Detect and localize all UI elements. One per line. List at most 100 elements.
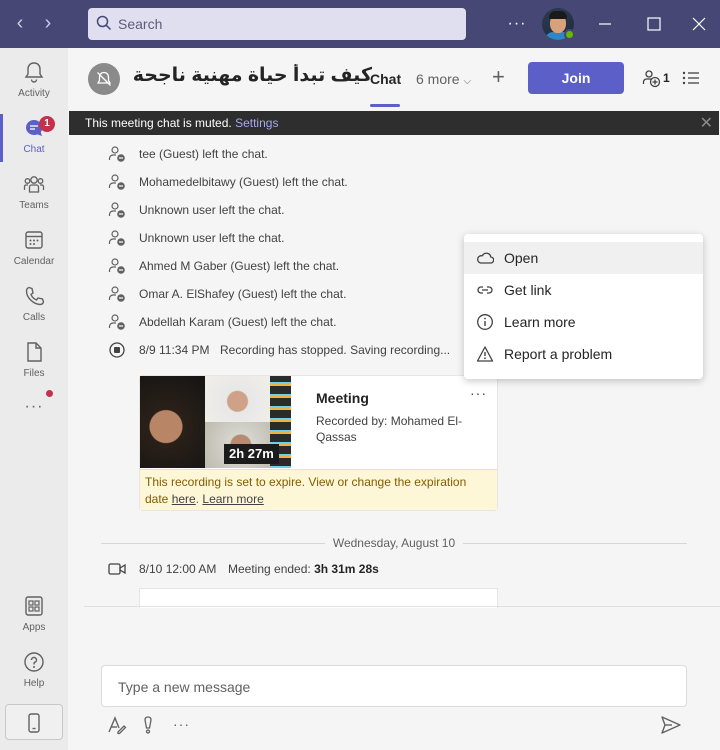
search-input[interactable]: Search <box>88 8 466 40</box>
title-bar: ‹ › Search ··· <box>0 0 720 48</box>
rail-item-activity[interactable]: Activity <box>0 54 68 110</box>
important-icon[interactable] <box>140 714 156 736</box>
person-left-icon <box>108 202 125 218</box>
rail-label-help: Help <box>23 678 45 689</box>
close-icon[interactable]: ✕ <box>700 113 713 133</box>
record-stop-icon <box>109 342 125 358</box>
avatar-hair <box>549 11 567 19</box>
date-divider: Wednesday, August 10 <box>101 536 687 550</box>
rail-label-calendar: Calendar <box>13 256 55 267</box>
phone-icon <box>25 286 45 306</box>
rail-item-calendar[interactable]: Calendar <box>0 222 68 278</box>
expiration-notice: This recording is set to expire. View or… <box>140 469 497 510</box>
menu-item-get-link[interactable]: Get link <box>464 274 703 306</box>
rail-item-calls[interactable]: Calls <box>0 278 68 334</box>
menu-item-label: Get link <box>504 282 552 298</box>
rail-label-teams: Teams <box>19 200 49 211</box>
tab-chat[interactable]: Chat <box>370 71 401 87</box>
file-icon <box>27 342 42 362</box>
notification-dot <box>46 390 53 397</box>
forward-arrow-icon[interactable]: › <box>36 12 60 36</box>
page-title: كيف تبدأ حياة مهنية ناجحة... <box>132 65 372 86</box>
participant-count: 1 <box>663 71 670 85</box>
send-icon[interactable] <box>660 714 682 736</box>
minimize-icon[interactable] <box>598 17 612 31</box>
system-message: Mohamedelbitawy (Guest) left the chat. <box>139 175 348 189</box>
close-icon[interactable] <box>692 17 706 31</box>
more-apps-icon: ··· <box>24 398 44 415</box>
meeting-avatar <box>88 63 120 95</box>
message-time: 8/9 11:34 PM <box>139 343 210 357</box>
maximize-icon[interactable] <box>647 17 661 31</box>
message-compose-box[interactable]: Type a new message <box>101 665 687 707</box>
rail-more-apps[interactable]: ··· <box>0 396 68 424</box>
person-left-icon <box>108 314 125 330</box>
recording-card[interactable]: 2h 27m Meeting ··· Recorded by: Mohamed … <box>139 375 498 511</box>
people-icon <box>642 70 661 88</box>
bell-off-icon <box>96 71 112 86</box>
recording-duration: 2h 27m <box>224 444 279 464</box>
menu-item-label: Learn more <box>504 314 576 330</box>
menu-item-learn-more[interactable]: Learn more <box>464 306 703 338</box>
active-tab-indicator <box>370 104 400 107</box>
settings-link[interactable]: Settings <box>235 116 278 130</box>
message-text: Recording has stopped. Saving recording.… <box>220 343 451 357</box>
menu-item-label: Open <box>504 250 539 266</box>
rail-item-help[interactable]: Help <box>0 644 68 700</box>
system-message: Unknown user left the chat. <box>139 231 285 245</box>
warning-icon <box>476 346 494 362</box>
rail-item-chat[interactable]: 1 Chat <box>0 110 68 166</box>
system-message: Omar A. ElShafey (Guest) left the chat. <box>139 287 347 301</box>
format-icon[interactable] <box>107 714 127 736</box>
recording-title[interactable]: Meeting <box>316 390 369 406</box>
muted-banner: This meeting chat is muted. Settings ✕ <box>69 111 719 135</box>
divider <box>84 606 720 607</box>
here-link[interactable]: here <box>172 492 196 506</box>
list-icon[interactable] <box>682 70 700 86</box>
app-rail: Activity 1 Chat Teams Calendar Calls Fil… <box>0 48 68 750</box>
calendar-icon <box>25 231 43 249</box>
banner-text: This meeting chat is muted. <box>85 116 232 130</box>
divider-line <box>463 543 687 544</box>
video-tile <box>140 376 205 468</box>
participants-button[interactable]: 1 <box>642 68 676 90</box>
more-compose-options-icon[interactable]: ··· <box>173 714 190 736</box>
meeting-ended-label: Meeting ended: <box>228 562 311 576</box>
learn-more-link[interactable]: Learn more <box>202 492 263 506</box>
divider-date: Wednesday, August 10 <box>332 536 456 550</box>
add-tab-icon[interactable]: + <box>492 64 505 90</box>
rail-item-files[interactable]: Files <box>0 334 68 390</box>
message-time: 8/10 12:00 AM <box>139 562 217 576</box>
rail-label-chat: Chat <box>23 144 45 155</box>
tab-more[interactable]: 6 more ⌵ <box>416 71 471 87</box>
rail-label-calls: Calls <box>22 312 46 323</box>
meeting-duration: 3h 31m 28s <box>314 562 379 576</box>
menu-item-report-problem[interactable]: Report a problem <box>464 338 703 370</box>
card-more-options-button[interactable]: ··· <box>470 385 487 401</box>
video-tile <box>205 376 270 422</box>
menu-item-open[interactable]: Open <box>464 242 703 274</box>
back-arrow-icon[interactable]: ‹ <box>8 12 32 36</box>
teams-icon <box>23 176 45 193</box>
search-icon <box>96 15 112 31</box>
rail-item-apps[interactable]: Apps <box>0 588 68 644</box>
recording-thumbnail[interactable]: 2h 27m <box>140 376 291 468</box>
join-button[interactable]: Join <box>528 62 624 94</box>
chevron-down-icon: ⌵ <box>463 76 472 87</box>
presence-available-icon <box>564 29 575 40</box>
person-left-icon <box>108 174 125 190</box>
onedrive-icon <box>477 252 494 264</box>
compose-placeholder: Type a new message <box>118 679 251 695</box>
info-icon <box>477 314 493 330</box>
mobile-device-button[interactable] <box>5 704 63 740</box>
system-message: Ahmed M Gaber (Guest) left the chat. <box>139 259 340 273</box>
rail-label-apps: Apps <box>22 622 46 633</box>
rail-item-teams[interactable]: Teams <box>0 166 68 222</box>
system-message: tee (Guest) left the chat. <box>139 147 268 161</box>
video-camera-icon <box>108 563 126 575</box>
more-options-button[interactable]: ··· <box>503 10 531 38</box>
tab-more-label: 6 more <box>416 71 460 87</box>
person-left-icon <box>108 230 125 246</box>
system-message: Abdellah Karam (Guest) left the chat. <box>139 315 337 329</box>
search-placeholder: Search <box>118 16 163 32</box>
